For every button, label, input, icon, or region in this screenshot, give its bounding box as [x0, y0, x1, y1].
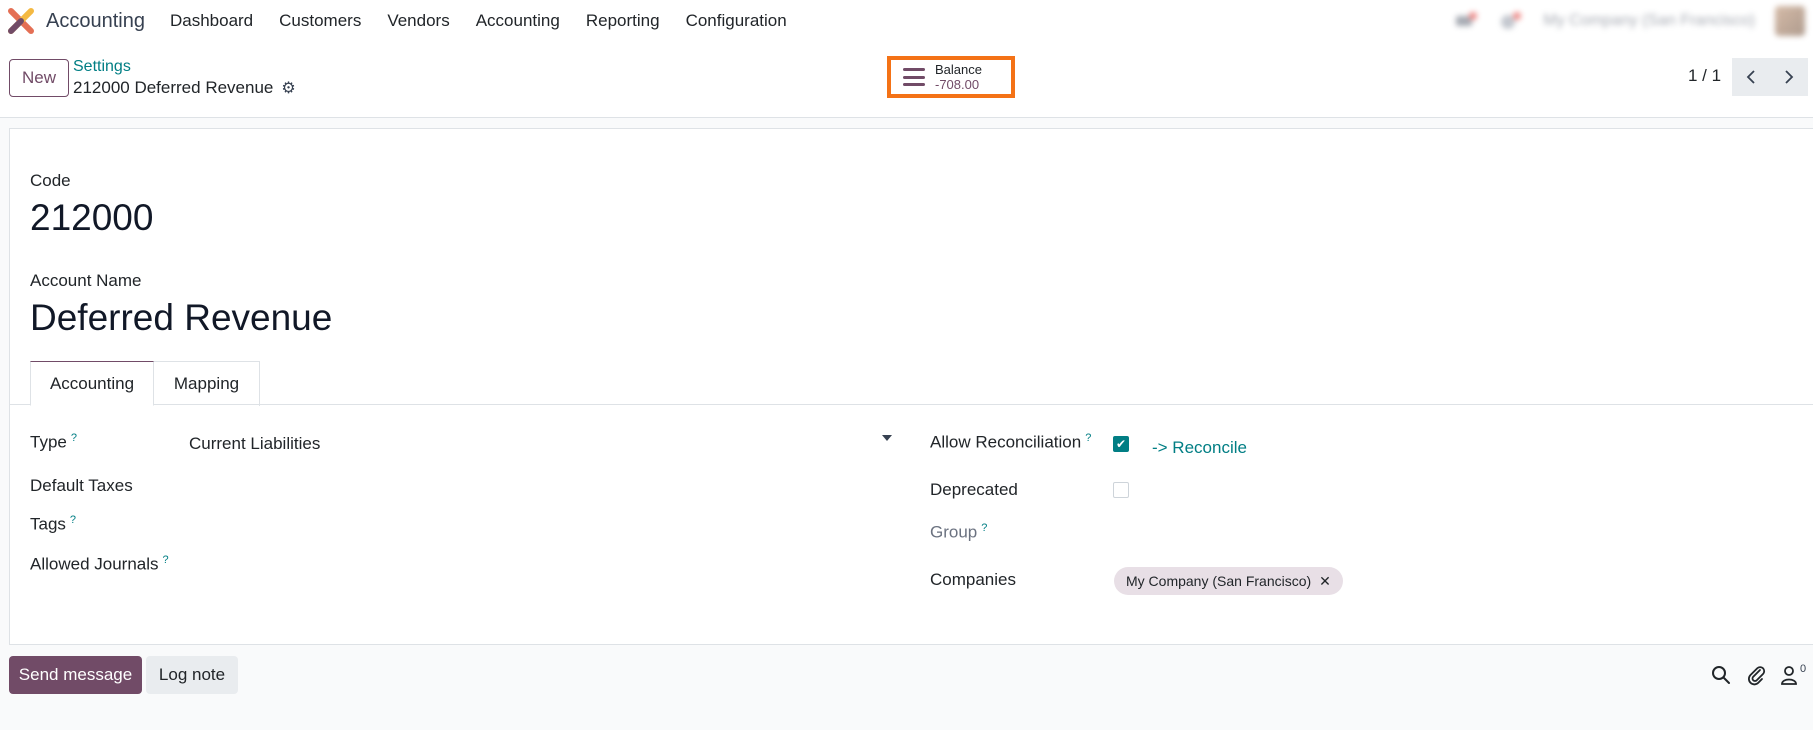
- user-icon[interactable]: [1778, 664, 1800, 686]
- company-switcher[interactable]: My Company (San Francisco): [1543, 12, 1755, 30]
- tab-mapping[interactable]: Mapping: [154, 361, 260, 406]
- search-icon[interactable]: [1710, 664, 1732, 686]
- navbar-systray: My Company (San Francisco): [1455, 0, 1813, 42]
- allow-reconciliation-label: Allow Reconciliation?: [930, 432, 1092, 452]
- account-name-label: Account Name: [30, 271, 142, 290]
- record-title-text: 212000 Deferred Revenue: [73, 78, 274, 97]
- notebook-tabs: Accounting Mapping: [10, 361, 1813, 406]
- activity-icon[interactable]: [1499, 12, 1522, 30]
- reconcile-link[interactable]: -> Reconcile: [1152, 438, 1247, 458]
- balance-smart-button[interactable]: Balance -708.00: [887, 56, 1015, 98]
- group-label: Group?: [930, 522, 988, 542]
- form-sheet: Code 212000 Account Name Deferred Revenu…: [9, 128, 1813, 645]
- pager-next-button[interactable]: [1770, 58, 1808, 96]
- caret-down-icon[interactable]: [882, 435, 892, 441]
- new-button[interactable]: New: [9, 59, 69, 97]
- tab-accounting[interactable]: Accounting: [30, 361, 154, 406]
- company-tag: My Company (San Francisco) ✕: [1114, 567, 1343, 595]
- help-icon[interactable]: ?: [71, 432, 77, 444]
- companies-label: Companies: [930, 570, 1016, 589]
- pager-previous-button[interactable]: [1732, 58, 1770, 96]
- paperclip-icon[interactable]: [1745, 664, 1767, 686]
- menu-accounting[interactable]: Accounting: [463, 11, 573, 31]
- code-label: Code: [30, 171, 71, 190]
- help-icon[interactable]: ?: [70, 514, 76, 526]
- top-navbar: Accounting Dashboard Customers Vendors A…: [0, 0, 1813, 42]
- chevron-left-icon: [1746, 70, 1755, 84]
- balance-label: Balance: [935, 62, 982, 77]
- list-icon: [903, 68, 925, 86]
- breadcrumb-settings[interactable]: Settings: [73, 58, 131, 76]
- follower-count: 0: [1800, 663, 1807, 675]
- gear-icon[interactable]: ⚙: [281, 78, 295, 98]
- deprecated-label: Deprecated: [930, 480, 1018, 499]
- control-panel: New Settings 212000 Deferred Revenue ⚙ B…: [0, 42, 1813, 118]
- deprecated-checkbox[interactable]: [1113, 482, 1129, 498]
- send-message-button[interactable]: Send message: [9, 656, 142, 694]
- chat-icon[interactable]: [1455, 12, 1478, 30]
- check-icon: ✔: [1115, 437, 1127, 451]
- app-logo-icon[interactable]: [8, 8, 34, 34]
- allowed-journals-label: Allowed Journals?: [30, 554, 169, 574]
- menu-dashboard[interactable]: Dashboard: [157, 11, 266, 31]
- default-taxes-label: Default Taxes: [30, 476, 133, 495]
- company-tag-label: My Company (San Francisco): [1126, 573, 1312, 589]
- help-icon[interactable]: ?: [163, 554, 169, 566]
- menu-reporting[interactable]: Reporting: [573, 11, 673, 31]
- allow-reconciliation-checkbox[interactable]: ✔: [1113, 436, 1129, 452]
- help-icon[interactable]: ?: [981, 522, 987, 534]
- type-label: Type?: [30, 432, 77, 452]
- app-name[interactable]: Accounting: [46, 10, 145, 33]
- code-field[interactable]: 212000: [30, 197, 153, 239]
- close-icon[interactable]: ✕: [1319, 573, 1331, 590]
- menu-customers[interactable]: Customers: [266, 11, 374, 31]
- balance-value: -708.00: [935, 77, 980, 92]
- menu-vendors[interactable]: Vendors: [374, 11, 462, 31]
- help-icon[interactable]: ?: [1085, 432, 1091, 444]
- record-title: 212000 Deferred Revenue ⚙: [73, 78, 296, 98]
- pager-value[interactable]: 1 / 1: [1688, 66, 1721, 86]
- tags-label: Tags?: [30, 514, 77, 534]
- chevron-right-icon: [1785, 70, 1794, 84]
- type-select[interactable]: Current Liabilities: [189, 434, 320, 454]
- user-avatar[interactable]: [1775, 6, 1805, 36]
- menu-configuration[interactable]: Configuration: [673, 11, 800, 31]
- account-name-field[interactable]: Deferred Revenue: [30, 297, 332, 339]
- log-note-button[interactable]: Log note: [146, 656, 238, 694]
